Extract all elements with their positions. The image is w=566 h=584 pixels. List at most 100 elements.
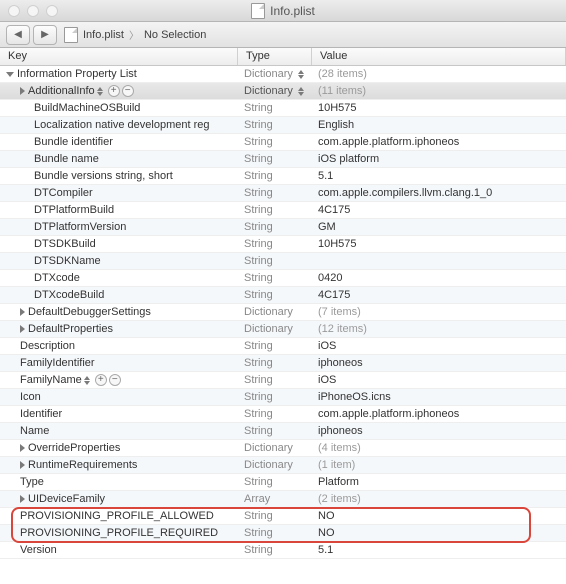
cell-key[interactable]: DTSDKBuild: [0, 238, 238, 250]
cell-type[interactable]: String: [238, 510, 312, 522]
cell-key[interactable]: Icon: [0, 391, 238, 403]
table-row[interactable]: NameStringiphoneos: [0, 423, 566, 440]
cell-type[interactable]: String: [238, 527, 312, 539]
cell-type[interactable]: String: [238, 170, 312, 182]
table-row[interactable]: DefaultPropertiesDictionary(12 items): [0, 321, 566, 338]
nav-back-button[interactable]: ◀: [6, 25, 30, 45]
table-row[interactable]: BuildMachineOSBuildString10H575: [0, 100, 566, 117]
cell-type[interactable]: String: [238, 204, 312, 216]
cell-type[interactable]: String: [238, 544, 312, 556]
cell-value[interactable]: 0420: [312, 272, 566, 284]
cell-type[interactable]: String: [238, 238, 312, 250]
cell-type[interactable]: String: [238, 187, 312, 199]
table-row[interactable]: VersionString5.1: [0, 542, 566, 559]
cell-key[interactable]: Information Property List: [0, 68, 238, 80]
cell-key[interactable]: Bundle name: [0, 153, 238, 165]
cell-key[interactable]: PROVISIONING_PROFILE_REQUIRED: [0, 527, 238, 539]
table-row[interactable]: DTXcodeString0420: [0, 270, 566, 287]
cell-key[interactable]: FamilyName+−: [0, 374, 238, 386]
cell-key[interactable]: DTPlatformVersion: [0, 221, 238, 233]
cell-type[interactable]: String: [238, 340, 312, 352]
cell-value[interactable]: (28 items): [312, 68, 566, 80]
table-row[interactable]: DescriptionStringiOS: [0, 338, 566, 355]
cell-key[interactable]: Type: [0, 476, 238, 488]
cell-value[interactable]: iOS: [312, 374, 566, 386]
cell-key[interactable]: Localization native development reg: [0, 119, 238, 131]
table-row[interactable]: IconStringiPhoneOS.icns: [0, 389, 566, 406]
cell-type[interactable]: String: [238, 136, 312, 148]
cell-type[interactable]: String: [238, 476, 312, 488]
table-row[interactable]: Bundle identifierStringcom.apple.platfor…: [0, 134, 566, 151]
maximize-icon[interactable]: [46, 5, 58, 17]
column-type[interactable]: Type: [238, 48, 312, 65]
table-row[interactable]: Bundle versions string, shortString5.1: [0, 168, 566, 185]
cell-value[interactable]: com.apple.compilers.llvm.clang.1_0: [312, 187, 566, 199]
table-row[interactable]: UIDeviceFamilyArray(2 items): [0, 491, 566, 508]
cell-type[interactable]: String: [238, 102, 312, 114]
stepper-icon[interactable]: [84, 376, 93, 385]
cell-type[interactable]: String: [238, 374, 312, 386]
table-row[interactable]: TypeStringPlatform: [0, 474, 566, 491]
cell-value[interactable]: (7 items): [312, 306, 566, 318]
cell-key[interactable]: DTCompiler: [0, 187, 238, 199]
cell-value[interactable]: 5.1: [312, 544, 566, 556]
cell-value[interactable]: com.apple.platform.iphoneos: [312, 408, 566, 420]
cell-value[interactable]: 4C175: [312, 204, 566, 216]
disclosure-triangle-icon[interactable]: [20, 495, 25, 503]
table-row[interactable]: PROVISIONING_PROFILE_REQUIREDStringNO: [0, 525, 566, 542]
disclosure-triangle-icon[interactable]: [20, 308, 25, 316]
table-row[interactable]: Information Property ListDictionary(28 i…: [0, 66, 566, 83]
cell-type[interactable]: Dictionary: [238, 323, 312, 335]
cell-key[interactable]: RuntimeRequirements: [0, 459, 238, 471]
table-row[interactable]: Localization native development regStrin…: [0, 117, 566, 134]
cell-type[interactable]: Dictionary: [238, 68, 312, 80]
stepper-icon[interactable]: [298, 70, 306, 79]
cell-type[interactable]: Dictionary: [238, 459, 312, 471]
cell-type[interactable]: Dictionary: [238, 306, 312, 318]
cell-key[interactable]: Description: [0, 340, 238, 352]
cell-value[interactable]: 5.1: [312, 170, 566, 182]
disclosure-triangle-icon[interactable]: [20, 325, 25, 333]
table-row[interactable]: AdditionalInfo+−Dictionary(11 items): [0, 83, 566, 100]
cell-value[interactable]: iOS: [312, 340, 566, 352]
disclosure-triangle-icon[interactable]: [20, 444, 25, 452]
cell-value[interactable]: iOS platform: [312, 153, 566, 165]
remove-button[interactable]: −: [109, 374, 121, 386]
disclosure-triangle-icon[interactable]: [20, 87, 25, 95]
table-row[interactable]: RuntimeRequirementsDictionary(1 item): [0, 457, 566, 474]
cell-value[interactable]: 4C175: [312, 289, 566, 301]
cell-key[interactable]: UIDeviceFamily: [0, 493, 238, 505]
table-row[interactable]: PROVISIONING_PROFILE_ALLOWEDStringNO: [0, 508, 566, 525]
table-row[interactable]: DTPlatformBuildString4C175: [0, 202, 566, 219]
cell-type[interactable]: Dictionary: [238, 442, 312, 454]
cell-key[interactable]: Identifier: [0, 408, 238, 420]
cell-key[interactable]: DTSDKName: [0, 255, 238, 267]
cell-value[interactable]: 10H575: [312, 102, 566, 114]
disclosure-triangle-icon[interactable]: [20, 461, 25, 469]
table-row[interactable]: DTXcodeBuildString4C175: [0, 287, 566, 304]
cell-key[interactable]: Bundle identifier: [0, 136, 238, 148]
cell-key[interactable]: DTXcodeBuild: [0, 289, 238, 301]
minimize-icon[interactable]: [27, 5, 39, 17]
disclosure-triangle-icon[interactable]: [6, 72, 14, 77]
cell-key[interactable]: PROVISIONING_PROFILE_ALLOWED: [0, 510, 238, 522]
cell-key[interactable]: BuildMachineOSBuild: [0, 102, 238, 114]
table-row[interactable]: DefaultDebuggerSettingsDictionary(7 item…: [0, 304, 566, 321]
stepper-icon[interactable]: [298, 87, 306, 96]
cell-value[interactable]: iphoneos: [312, 357, 566, 369]
cell-type[interactable]: String: [238, 119, 312, 131]
cell-value[interactable]: NO: [312, 510, 566, 522]
cell-type[interactable]: String: [238, 272, 312, 284]
table-row[interactable]: DTSDKNameString: [0, 253, 566, 270]
cell-key[interactable]: DefaultDebuggerSettings: [0, 306, 238, 318]
cell-value[interactable]: (1 item): [312, 459, 566, 471]
table-row[interactable]: DTCompilerStringcom.apple.compilers.llvm…: [0, 185, 566, 202]
stepper-icon[interactable]: [97, 87, 106, 96]
cell-value[interactable]: (4 items): [312, 442, 566, 454]
breadcrumb[interactable]: Info.plist 〉 No Selection: [64, 27, 206, 43]
cell-key[interactable]: Bundle versions string, short: [0, 170, 238, 182]
cell-value[interactable]: (11 items): [312, 85, 566, 97]
table-row[interactable]: Bundle nameStringiOS platform: [0, 151, 566, 168]
cell-type[interactable]: String: [238, 153, 312, 165]
add-button[interactable]: +: [108, 85, 120, 97]
